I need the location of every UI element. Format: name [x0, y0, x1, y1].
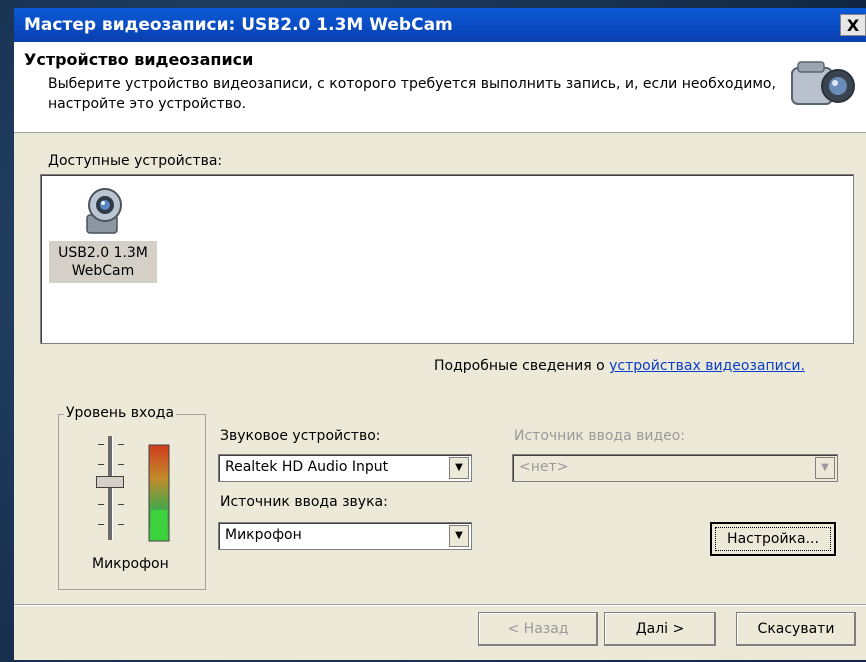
audio-device-select[interactable]: Realtek HD Audio Input ▼ [218, 454, 472, 482]
close-icon: X [846, 16, 860, 35]
window-title: Мастер видеозаписи: USB2.0 1.3M WebCam [24, 15, 453, 35]
webcam-icon [86, 188, 122, 234]
close-button[interactable]: X [840, 14, 866, 36]
slider-tick [118, 524, 124, 525]
footer-divider [14, 604, 866, 606]
slider-tick [98, 524, 104, 525]
step-title: Устройство видеозаписи [24, 50, 254, 69]
input-source-name: Микрофон [92, 556, 169, 572]
step-description: Выберите устройство видеозаписи, с котор… [48, 76, 776, 112]
settings-button[interactable]: Настройка... [710, 522, 836, 556]
audio-level-meter [148, 444, 170, 542]
video-source-value: <нет> [519, 459, 569, 475]
audio-source-label: Источник ввода звука: [220, 494, 388, 510]
wizard-header: Устройство видеозаписи Выберите устройст… [14, 42, 866, 133]
slider-tick [118, 504, 124, 505]
available-devices-label: Доступные устройства: [48, 153, 223, 169]
slider-tick [118, 444, 124, 445]
video-source-label: Источник ввода видео: [514, 428, 686, 444]
more-info-text: Подробные сведения о устройствах видеоза… [434, 358, 805, 374]
video-source-select[interactable]: <нет> ▼ [512, 454, 838, 482]
input-level-slider-track[interactable] [108, 436, 113, 540]
input-level-title: Уровень входа [64, 405, 177, 421]
slider-tick [118, 464, 124, 465]
next-button[interactable]: Далі > [604, 612, 716, 646]
camcorder-icon [791, 61, 855, 105]
focus-rectangle [715, 527, 831, 551]
video-devices-link[interactable]: устройствах видеозаписи. [609, 358, 805, 374]
back-button[interactable]: < Назад [478, 612, 598, 646]
input-level-slider-thumb[interactable] [96, 476, 124, 488]
title-bar[interactable]: Мастер видеозаписи: USB2.0 1.3M WebCam X [14, 8, 866, 42]
audio-source-select[interactable]: Микрофон ▼ [218, 522, 472, 550]
more-info-prefix: Подробные сведения о [434, 358, 610, 374]
slider-tick [98, 444, 104, 445]
chevron-down-icon[interactable]: ▼ [449, 457, 469, 479]
slider-tick [98, 504, 104, 505]
audio-source-value: Микрофон [225, 527, 302, 543]
cancel-button[interactable]: Скасувати [736, 612, 856, 646]
available-devices-list[interactable]: USB2.0 1.3M WebCam [40, 174, 854, 344]
device-name: USB2.0 1.3M WebCam [49, 241, 157, 283]
audio-device-label: Звуковое устройство: [220, 428, 381, 444]
device-item[interactable]: USB2.0 1.3M WebCam [41, 175, 167, 315]
chevron-down-icon[interactable]: ▼ [815, 457, 835, 479]
video-capture-wizard-window: Мастер видеозаписи: USB2.0 1.3M WebCam X… [14, 8, 866, 660]
audio-device-value: Realtek HD Audio Input [225, 459, 389, 475]
chevron-down-icon[interactable]: ▼ [449, 525, 469, 547]
slider-tick [98, 464, 104, 465]
